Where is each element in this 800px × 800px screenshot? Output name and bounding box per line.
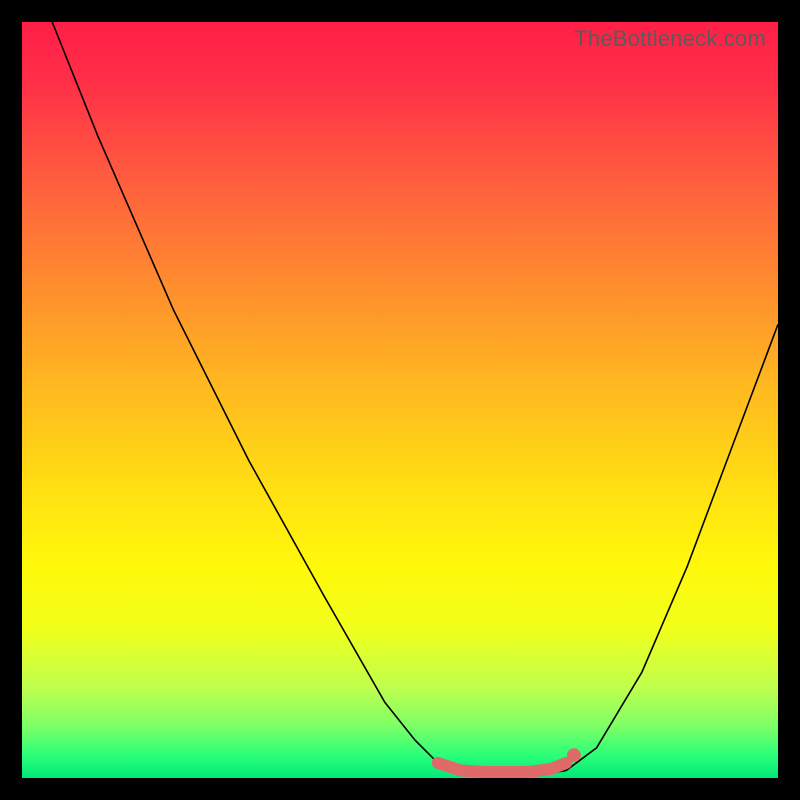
plot-area: TheBottleneck.com [22,22,778,778]
curve-layer [22,22,778,778]
pink-end-dot [567,748,581,762]
right-curve [566,324,778,770]
left-curve [52,22,453,770]
chart-container: TheBottleneck.com [0,0,800,800]
pink-floor-highlight [438,763,567,772]
